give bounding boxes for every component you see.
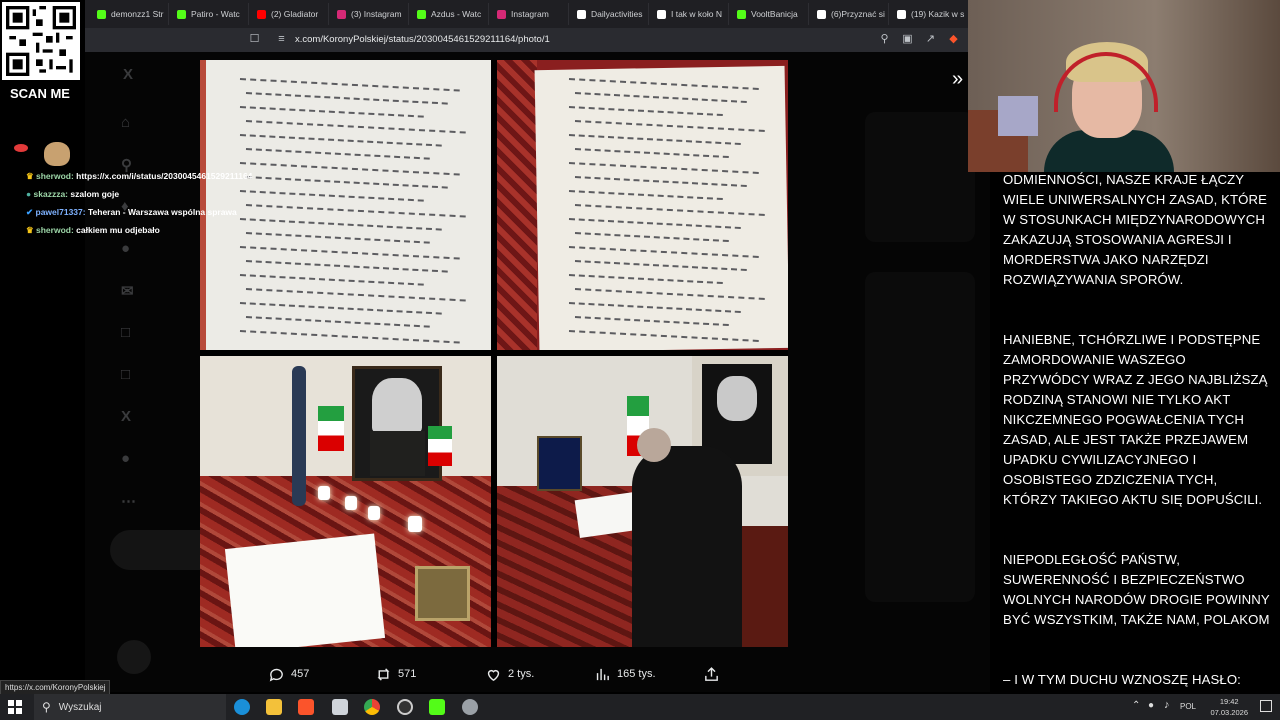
tab-favicon-icon — [817, 9, 826, 19]
webcam-feed — [968, 0, 1280, 172]
site-info-icon[interactable]: ≡ — [275, 33, 288, 46]
tab-favicon-icon — [177, 9, 186, 19]
chat-message: ● skazzza: szalom goje — [26, 189, 120, 199]
transcript-paragraph: NIEPODLEGŁOŚĆ PAŃSTW, SUWERENNOŚĆ I BEZP… — [1003, 552, 1270, 627]
tab-favicon-icon — [657, 9, 666, 19]
nav-grok-icon: □ — [121, 324, 131, 341]
link-hover-status: https://x.com/KoronyPolskiej — [0, 680, 111, 695]
tab-favicon-icon — [497, 9, 506, 19]
collapse-panel-icon[interactable]: » — [952, 68, 963, 91]
browser-tab[interactable]: (3) Instagram — [329, 3, 409, 25]
zoom-icon[interactable]: ⚲ — [878, 33, 891, 46]
avatar-dim — [117, 640, 151, 674]
clock[interactable]: 19:42 07.03.2026 — [1210, 696, 1248, 718]
start-button[interactable] — [8, 700, 22, 714]
taskbar-search[interactable]: ⚲ Wyszukaj — [34, 694, 226, 720]
nav-profile-icon: ● — [121, 450, 131, 467]
windows-taskbar: ⚲ Wyszukaj ⌃ ● ♪ POL 19:42 07.03.2026 — [0, 694, 1280, 720]
browser-tab[interactable]: Patiro - Watc — [169, 3, 249, 25]
reply-action[interactable]: 457 — [268, 664, 309, 684]
x-logo-icon: X — [123, 66, 134, 83]
app2-icon[interactable] — [462, 699, 478, 715]
share-icon[interactable]: ↗ — [924, 33, 937, 46]
tab-favicon-icon — [97, 9, 106, 19]
nav-communities-icon: ● — [121, 240, 131, 257]
photo-condolence-page-right[interactable] — [497, 60, 788, 350]
repost-action[interactable]: 571 — [375, 664, 416, 684]
photo-condolence-page-left[interactable] — [200, 60, 491, 350]
kick-icon[interactable] — [429, 699, 445, 715]
tab-favicon-icon — [577, 9, 586, 19]
url-text[interactable]: x.com/KoronyPolskiej/status/203004546152… — [295, 34, 550, 45]
chat-badge-icon: ♛ — [26, 225, 34, 235]
transcript-paragraph: ODMIENNOŚCI, NASZE KRAJE ŁĄCZY WIELE UNI… — [1003, 172, 1268, 287]
app-icon[interactable] — [332, 699, 348, 715]
browser-tab[interactable]: I tak w koło N — [649, 3, 729, 25]
browser-tab[interactable]: (19) Kazik w s — [889, 3, 969, 25]
file-explorer-icon[interactable] — [266, 699, 282, 715]
bookmark-icon[interactable]: ☐ — [248, 33, 261, 46]
heart-icon — [487, 669, 500, 681]
nav-bookmarks-icon: □ — [121, 366, 131, 383]
views-chart-icon — [596, 668, 609, 680]
chat-badge-icon: ● — [26, 189, 32, 199]
browser-tab[interactable]: Dailyactivities — [569, 3, 649, 25]
nav-home-icon: ⌂ — [121, 114, 131, 131]
qr-code-icon — [6, 6, 76, 76]
brave-icon[interactable] — [298, 699, 314, 715]
chat-message: ♛ sherwod: całkiem mu odjebało — [26, 225, 160, 235]
nav-messages-icon: ✉ — [121, 283, 134, 300]
speaker-icon[interactable]: ♪ — [1164, 699, 1170, 711]
browser-tab-strip: demonzz1 Str Patiro - Watc (2) Gladiator… — [85, 0, 970, 28]
repost-icon — [377, 667, 390, 681]
browser-tab[interactable]: Azdus - Watc — [409, 3, 489, 25]
tab-favicon-icon — [337, 9, 346, 19]
search-icon: ⚲ — [42, 700, 51, 714]
browser-tab[interactable]: demonzz1 Str — [89, 3, 169, 25]
tray-chevron-icon[interactable]: ⌃ — [1132, 700, 1140, 711]
windows-logo-icon — [8, 700, 22, 714]
tab-favicon-icon — [897, 9, 906, 19]
tab-favicon-icon — [737, 9, 746, 19]
views-action[interactable]: 165 tys. — [594, 664, 656, 684]
cat-emote — [44, 142, 70, 166]
upload-share-icon — [705, 666, 718, 681]
right-panel-dim — [865, 72, 985, 672]
emote-red — [14, 144, 28, 152]
transcript-paragraph: – I W TYM DUCHU WZNOSZĘ HASŁO: — [1003, 672, 1241, 687]
chat-message: ♛ sherwod: https://x.com/i/status/203004… — [26, 171, 253, 181]
mic-icon[interactable]: ● — [1148, 700, 1154, 711]
chat-message: ✔ pawel71337: Teheran - Warszawa wspólna… — [26, 207, 237, 217]
obs-icon[interactable] — [397, 699, 413, 715]
share-action[interactable] — [703, 664, 720, 684]
chat-badge-icon: ♛ — [26, 171, 34, 181]
edge-icon[interactable] — [234, 699, 250, 715]
browser-tab[interactable]: Instagram — [489, 3, 569, 25]
like-action[interactable]: 2 tys. — [485, 664, 534, 684]
photo-man-signing-book[interactable] — [497, 356, 788, 647]
chat-badge-icon: ✔ — [26, 207, 34, 217]
nav-premium-icon: X — [121, 408, 132, 425]
photo-viewer[interactable] — [200, 60, 788, 647]
address-bar[interactable]: ☐ ≡ x.com/KoronyPolskiej/status/20300454… — [85, 28, 970, 52]
scan-me-label: SCAN ME — [10, 86, 70, 101]
browser-tab[interactable]: (2) Gladiator — [249, 3, 329, 25]
chrome-icon[interactable] — [364, 699, 380, 715]
browser-tab[interactable]: VooltBanicja — [729, 3, 809, 25]
language-indicator[interactable]: POL — [1180, 702, 1196, 711]
tab-favicon-icon — [257, 9, 266, 19]
tab-favicon-icon — [417, 9, 426, 19]
brave-shield-icon[interactable]: ◆ — [947, 33, 960, 46]
reader-icon[interactable]: ▣ — [901, 33, 914, 46]
reply-icon — [269, 668, 283, 681]
notifications-icon[interactable] — [1260, 700, 1272, 712]
browser-tab[interactable]: (6)Przyznać si — [809, 3, 889, 25]
transcript-paragraph: HANIEBNE, TCHÓRZLIWE I PODSTĘPNE ZAMORDO… — [1003, 332, 1268, 507]
nav-more-icon: ⋯ — [121, 493, 136, 510]
qr-code — [2, 2, 80, 80]
photo-memorial-table[interactable] — [200, 356, 491, 647]
